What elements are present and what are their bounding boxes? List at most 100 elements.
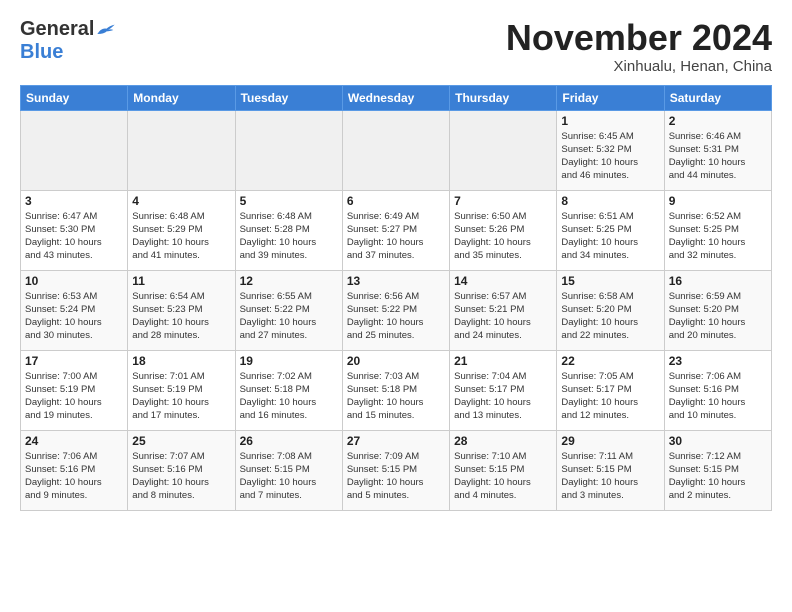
day-number: 5 (240, 194, 338, 208)
day-info: Sunrise: 6:51 AM Sunset: 5:25 PM Dayligh… (561, 210, 659, 263)
day-number: 8 (561, 194, 659, 208)
day-info: Sunrise: 7:00 AM Sunset: 5:19 PM Dayligh… (25, 370, 123, 423)
day-number: 13 (347, 274, 445, 288)
calendar-cell (342, 110, 449, 190)
day-info: Sunrise: 7:02 AM Sunset: 5:18 PM Dayligh… (240, 370, 338, 423)
calendar-cell: 15 Sunrise: 6:58 AM Sunset: 5:20 PM Dayli… (557, 270, 664, 350)
day-info: Sunrise: 6:47 AM Sunset: 5:30 PM Dayligh… (25, 210, 123, 263)
day-number: 10 (25, 274, 123, 288)
calendar-cell: 23 Sunrise: 7:06 AM Sunset: 5:16 PM Dayli… (664, 350, 771, 430)
calendar-cell (21, 110, 128, 190)
day-info: Sunrise: 7:04 AM Sunset: 5:17 PM Dayligh… (454, 370, 552, 423)
logo-general: General (20, 18, 94, 41)
day-info: Sunrise: 6:49 AM Sunset: 5:27 PM Dayligh… (347, 210, 445, 263)
calendar-cell (450, 110, 557, 190)
day-info: Sunrise: 6:48 AM Sunset: 5:29 PM Dayligh… (132, 210, 230, 263)
day-number: 17 (25, 354, 123, 368)
day-info: Sunrise: 6:57 AM Sunset: 5:21 PM Dayligh… (454, 290, 552, 343)
weekday-header-thursday: Thursday (450, 85, 557, 110)
logo: General Blue (20, 18, 116, 64)
calendar-cell: 11 Sunrise: 6:54 AM Sunset: 5:23 PM Dayli… (128, 270, 235, 350)
calendar-cell: 8 Sunrise: 6:51 AM Sunset: 5:25 PM Daylig… (557, 190, 664, 270)
day-number: 19 (240, 354, 338, 368)
calendar-cell: 4Sunrise: 6:48 AM Sunset: 5:29 PM Daylig… (128, 190, 235, 270)
calendar-cell: 9 Sunrise: 6:52 AM Sunset: 5:25 PM Daylig… (664, 190, 771, 270)
calendar-table: SundayMondayTuesdayWednesdayThursdayFrid… (20, 85, 772, 511)
day-info: Sunrise: 7:06 AM Sunset: 5:16 PM Dayligh… (669, 370, 767, 423)
calendar-cell: 2 Sunrise: 6:46 AM Sunset: 5:31 PM Daylig… (664, 110, 771, 190)
calendar-cell: 19 Sunrise: 7:02 AM Sunset: 5:18 PM Dayli… (235, 350, 342, 430)
day-info: Sunrise: 7:10 AM Sunset: 5:15 PM Dayligh… (454, 450, 552, 503)
day-number: 7 (454, 194, 552, 208)
day-number: 30 (669, 434, 767, 448)
calendar-cell: 6Sunrise: 6:49 AM Sunset: 5:27 PM Daylig… (342, 190, 449, 270)
day-info: Sunrise: 7:01 AM Sunset: 5:19 PM Dayligh… (132, 370, 230, 423)
day-number: 2 (669, 114, 767, 128)
calendar-cell: 13Sunrise: 6:56 AM Sunset: 5:22 PM Dayli… (342, 270, 449, 350)
day-info: Sunrise: 6:59 AM Sunset: 5:20 PM Dayligh… (669, 290, 767, 343)
day-number: 28 (454, 434, 552, 448)
calendar-cell: 26 Sunrise: 7:08 AM Sunset: 5:15 PM Dayli… (235, 430, 342, 510)
calendar-cell (128, 110, 235, 190)
day-number: 29 (561, 434, 659, 448)
calendar-cell: 1 Sunrise: 6:45 AM Sunset: 5:32 PM Daylig… (557, 110, 664, 190)
calendar-cell: 27 Sunrise: 7:09 AM Sunset: 5:15 PM Dayli… (342, 430, 449, 510)
day-number: 20 (347, 354, 445, 368)
day-info: Sunrise: 6:50 AM Sunset: 5:26 PM Dayligh… (454, 210, 552, 263)
day-info: Sunrise: 7:11 AM Sunset: 5:15 PM Dayligh… (561, 450, 659, 503)
calendar-cell: 18Sunrise: 7:01 AM Sunset: 5:19 PM Dayli… (128, 350, 235, 430)
day-info: Sunrise: 7:03 AM Sunset: 5:18 PM Dayligh… (347, 370, 445, 423)
day-info: Sunrise: 6:46 AM Sunset: 5:31 PM Dayligh… (669, 130, 767, 183)
day-number: 25 (132, 434, 230, 448)
weekday-header-sunday: Sunday (21, 85, 128, 110)
day-info: Sunrise: 6:58 AM Sunset: 5:20 PM Dayligh… (561, 290, 659, 343)
day-number: 14 (454, 274, 552, 288)
day-info: Sunrise: 6:55 AM Sunset: 5:22 PM Dayligh… (240, 290, 338, 343)
day-info: Sunrise: 7:07 AM Sunset: 5:16 PM Dayligh… (132, 450, 230, 503)
calendar-cell: 17 Sunrise: 7:00 AM Sunset: 5:19 PM Dayli… (21, 350, 128, 430)
day-number: 1 (561, 114, 659, 128)
weekday-header-wednesday: Wednesday (342, 85, 449, 110)
day-number: 15 (561, 274, 659, 288)
weekday-header-tuesday: Tuesday (235, 85, 342, 110)
day-info: Sunrise: 6:48 AM Sunset: 5:28 PM Dayligh… (240, 210, 338, 263)
week-row-3: 10 Sunrise: 6:53 AM Sunset: 5:24 PM Dayli… (21, 270, 772, 350)
week-row-1: 1 Sunrise: 6:45 AM Sunset: 5:32 PM Daylig… (21, 110, 772, 190)
calendar-cell: 25 Sunrise: 7:07 AM Sunset: 5:16 PM Dayli… (128, 430, 235, 510)
day-info: Sunrise: 7:06 AM Sunset: 5:16 PM Dayligh… (25, 450, 123, 503)
day-info: Sunrise: 6:52 AM Sunset: 5:25 PM Dayligh… (669, 210, 767, 263)
calendar-cell: 14 Sunrise: 6:57 AM Sunset: 5:21 PM Dayli… (450, 270, 557, 350)
logo-blue: Blue (20, 41, 63, 63)
weekday-header-friday: Friday (557, 85, 664, 110)
day-number: 22 (561, 354, 659, 368)
calendar-cell: 28 Sunrise: 7:10 AM Sunset: 5:15 PM Dayli… (450, 430, 557, 510)
day-number: 9 (669, 194, 767, 208)
day-info: Sunrise: 6:54 AM Sunset: 5:23 PM Dayligh… (132, 290, 230, 343)
weekday-header-row: SundayMondayTuesdayWednesdayThursdayFrid… (21, 85, 772, 110)
day-number: 21 (454, 354, 552, 368)
calendar-cell: 12Sunrise: 6:55 AM Sunset: 5:22 PM Dayli… (235, 270, 342, 350)
day-info: Sunrise: 7:05 AM Sunset: 5:17 PM Dayligh… (561, 370, 659, 423)
calendar-cell: 16Sunrise: 6:59 AM Sunset: 5:20 PM Dayli… (664, 270, 771, 350)
weekday-header-monday: Monday (128, 85, 235, 110)
logo-bird-icon (96, 22, 116, 38)
calendar-cell: 20 Sunrise: 7:03 AM Sunset: 5:18 PM Dayli… (342, 350, 449, 430)
month-title: November 2024 (506, 18, 772, 58)
day-number: 11 (132, 274, 230, 288)
day-info: Sunrise: 6:53 AM Sunset: 5:24 PM Dayligh… (25, 290, 123, 343)
day-info: Sunrise: 7:09 AM Sunset: 5:15 PM Dayligh… (347, 450, 445, 503)
day-info: Sunrise: 7:08 AM Sunset: 5:15 PM Dayligh… (240, 450, 338, 503)
calendar-cell: 30 Sunrise: 7:12 AM Sunset: 5:15 PM Dayli… (664, 430, 771, 510)
day-number: 27 (347, 434, 445, 448)
day-info: Sunrise: 6:45 AM Sunset: 5:32 PM Dayligh… (561, 130, 659, 183)
day-number: 26 (240, 434, 338, 448)
calendar-cell: 21 Sunrise: 7:04 AM Sunset: 5:17 PM Dayli… (450, 350, 557, 430)
location-subtitle: Xinhualu, Henan, China (506, 58, 772, 75)
day-number: 23 (669, 354, 767, 368)
calendar-cell: 7 Sunrise: 6:50 AM Sunset: 5:26 PM Daylig… (450, 190, 557, 270)
day-number: 3 (25, 194, 123, 208)
calendar-cell: 22 Sunrise: 7:05 AM Sunset: 5:17 PM Dayli… (557, 350, 664, 430)
week-row-4: 17 Sunrise: 7:00 AM Sunset: 5:19 PM Dayli… (21, 350, 772, 430)
day-info: Sunrise: 7:12 AM Sunset: 5:15 PM Dayligh… (669, 450, 767, 503)
page: General Blue November 2024 Xinhualu, Hen… (0, 0, 792, 521)
